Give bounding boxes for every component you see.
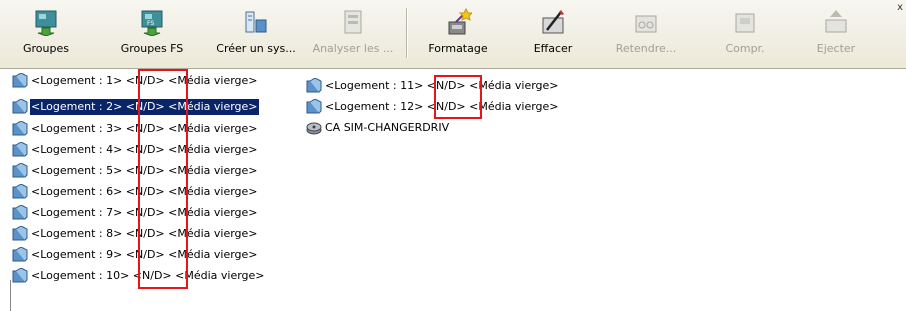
- create-system-icon: [245, 11, 267, 33]
- eject-icon: [825, 10, 847, 33]
- analyze-button[interactable]: Analyser les ...: [306, 4, 400, 64]
- list-item[interactable]: <Logement : 12> <N/D> <Média vierge>: [306, 98, 560, 116]
- media-slot-icon: [306, 78, 322, 93]
- list-item[interactable]: <Logement : 8> <N/D> <Média vierge>: [12, 225, 259, 243]
- media-slot-icon: [306, 99, 322, 114]
- list-item[interactable]: <Logement : 7> <N/D> <Média vierge>: [12, 204, 259, 222]
- toolbar-separator: [406, 8, 407, 58]
- media-slot-icon: [12, 226, 28, 241]
- media-slot-icon: [12, 142, 28, 157]
- groups-fs-button[interactable]: FS Groupes FS: [116, 4, 188, 64]
- format-button[interactable]: Formatage: [420, 4, 496, 64]
- erase-button[interactable]: Effacer: [518, 4, 588, 64]
- media-slot-icon: [12, 121, 28, 136]
- create-system-button[interactable]: Créer un sys...: [206, 4, 306, 64]
- toolbar: Groupes FS Groupes FS Créer un sys... An…: [0, 0, 906, 69]
- changer-drive-icon: [306, 122, 322, 135]
- list-item[interactable]: <Logement : 11> <N/D> <Média vierge>: [306, 77, 560, 95]
- list-item[interactable]: <Logement : 9> <N/D> <Média vierge>: [12, 246, 259, 264]
- close-icon[interactable]: x: [897, 2, 903, 13]
- pane-border: [10, 280, 11, 311]
- group-icon: [35, 10, 57, 36]
- media-slot-icon: [12, 268, 28, 283]
- media-slot-icon: [12, 73, 28, 88]
- media-list: <Logement : 1> <N/D> <Média vierge> <Log…: [0, 69, 906, 311]
- media-slot-icon: [12, 163, 28, 178]
- media-slot-icon: [12, 205, 28, 220]
- list-item[interactable]: <Logement : 6> <N/D> <Média vierge>: [12, 183, 259, 201]
- list-item[interactable]: <Logement : 4> <N/D> <Média vierge>: [12, 141, 259, 159]
- groups-button[interactable]: Groupes: [16, 4, 76, 64]
- list-item[interactable]: <Logement : 2> <N/D> <Média vierge>: [12, 98, 259, 116]
- analyze-icon: [344, 10, 362, 34]
- retension-button[interactable]: Retendre...: [608, 4, 684, 64]
- list-item[interactable]: <Logement : 10> <N/D> <Média vierge>: [12, 267, 266, 285]
- media-slot-icon: [12, 247, 28, 262]
- list-item[interactable]: <Logement : 3> <N/D> <Média vierge>: [12, 120, 259, 138]
- erase-icon: [542, 10, 564, 34]
- compress-icon: [735, 13, 755, 33]
- media-slot-icon: [12, 184, 28, 199]
- svg-text:FS: FS: [147, 20, 154, 27]
- changer-item[interactable]: CA SIM-CHANGERDRIV: [306, 119, 450, 137]
- media-slot-icon: [12, 99, 28, 114]
- compress-button[interactable]: Compr.: [716, 4, 774, 64]
- format-wand-icon: [448, 8, 472, 35]
- list-item[interactable]: <Logement : 5> <N/D> <Média vierge>: [12, 162, 259, 180]
- eject-button[interactable]: Ejecter: [806, 4, 866, 64]
- retension-icon: [635, 15, 657, 33]
- group-fs-icon: FS: [141, 10, 163, 36]
- list-item[interactable]: <Logement : 1> <N/D> <Média vierge>: [12, 72, 259, 90]
